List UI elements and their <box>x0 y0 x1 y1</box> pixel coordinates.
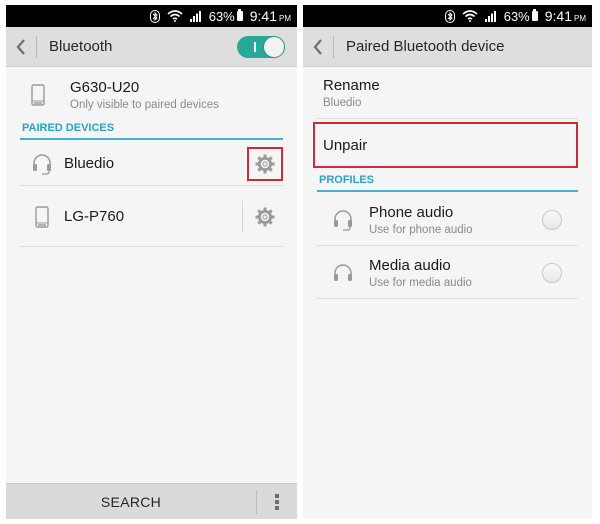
action-bar: Paired Bluetooth device <box>303 27 592 67</box>
profiles-header: PROFILES <box>317 170 578 192</box>
unpair-label: Unpair <box>323 136 368 154</box>
rename-row[interactable]: Rename Bluedio <box>317 67 578 119</box>
status-bar: 63% 9:41 PM <box>303 5 592 27</box>
more-vert-icon <box>275 493 279 510</box>
battery-indicator: 63% <box>504 9 538 24</box>
page-title: Bluetooth <box>49 38 113 55</box>
profile-name: Media audio <box>369 256 451 274</box>
phone-icon <box>35 205 49 228</box>
back-button[interactable] <box>6 27 36 67</box>
bluetooth-toggle[interactable] <box>237 35 285 58</box>
clock: 9:41 PM <box>250 8 291 24</box>
profile-description: Use for phone audio <box>369 223 473 236</box>
profile-row[interactable]: Media audio Use for media audio <box>317 247 578 299</box>
action-bar-divider <box>36 35 37 58</box>
action-bar-divider <box>333 35 334 58</box>
bluetooth-settings-screen: 63% 9:41 PM Bluetooth G630-U20 Only visib… <box>6 5 297 519</box>
signal-icon <box>484 10 497 22</box>
rename-label: Rename <box>323 76 380 94</box>
phone-audio-radio[interactable] <box>542 209 562 230</box>
page-title: Paired Bluetooth device <box>346 38 505 55</box>
paired-device-name: LG-P760 <box>64 208 125 225</box>
unpair-button[interactable]: Unpair <box>313 122 578 168</box>
gear-separator <box>242 200 243 233</box>
device-settings-button[interactable] <box>247 200 283 234</box>
device-name: G630-U20 <box>70 79 140 96</box>
battery-icon <box>236 9 243 21</box>
profile-description: Use for media audio <box>369 276 472 289</box>
battery-percent: 63% <box>503 8 530 24</box>
profile-row[interactable]: Phone audio Use for phone audio <box>317 194 578 246</box>
headset-mic-icon <box>334 209 352 231</box>
clock-ampm: PM <box>574 14 586 23</box>
phone-icon <box>31 84 45 106</box>
this-device-row[interactable]: G630-U20 Only visible to paired devices <box>6 67 297 123</box>
media-audio-radio[interactable] <box>542 262 562 283</box>
toggle-knob <box>264 36 284 57</box>
device-settings-button[interactable] <box>247 146 283 181</box>
device-visibility: Only visible to paired devices <box>70 99 219 111</box>
profile-name: Phone audio <box>369 203 454 221</box>
clock: 9:41 PM <box>545 8 586 24</box>
signal-icon <box>189 10 202 22</box>
paired-device-screen: 63% 9:41 PM Paired Bluetooth device Renam… <box>303 5 592 519</box>
chevron-left-icon <box>16 38 25 55</box>
paired-device-row[interactable]: Bluedio <box>20 142 283 186</box>
toggle-on-mark <box>254 41 256 52</box>
status-bar: 63% 9:41 PM <box>6 5 297 27</box>
battery-indicator: 63% <box>209 9 243 24</box>
gear-icon <box>255 154 275 173</box>
headphones-icon <box>334 263 352 281</box>
paired-device-name: Bluedio <box>64 155 115 172</box>
more-options-button[interactable] <box>257 493 297 510</box>
bluetooth-icon <box>444 9 455 23</box>
paired-device-row[interactable]: LG-P760 <box>20 187 283 247</box>
headset-icon <box>33 153 51 175</box>
search-button[interactable]: SEARCH <box>6 494 256 510</box>
battery-icon <box>531 9 538 21</box>
wifi-icon <box>167 10 183 22</box>
action-bar: Bluetooth <box>6 27 297 67</box>
battery-percent: 63% <box>208 8 235 24</box>
bottom-action-bar: SEARCH <box>6 483 297 519</box>
chevron-left-icon <box>313 38 322 55</box>
clock-time: 9:41 <box>249 8 277 24</box>
clock-ampm: PM <box>279 14 291 23</box>
rename-value: Bluedio <box>323 96 362 109</box>
clock-time: 9:41 <box>544 8 572 24</box>
paired-devices-header: PAIRED DEVICES <box>20 118 283 140</box>
gear-icon <box>255 207 275 226</box>
wifi-icon <box>462 10 478 22</box>
bluetooth-icon <box>149 9 160 23</box>
back-button[interactable] <box>303 27 333 67</box>
